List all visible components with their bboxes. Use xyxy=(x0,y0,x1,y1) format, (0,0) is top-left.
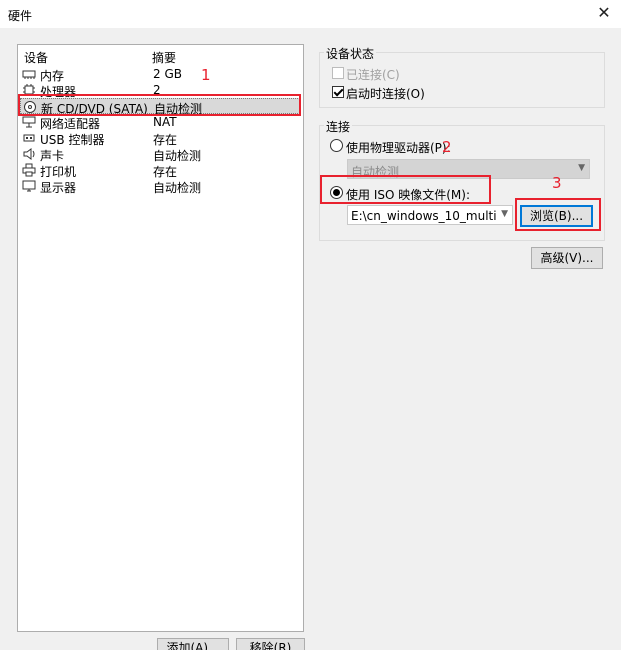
connect-at-power-on-checkbox[interactable] xyxy=(332,86,344,98)
physical-drive-select-value: 自动检测 xyxy=(351,165,400,179)
iso-path-combo[interactable]: E:\cn_windows_10_multiple_ed ▼ xyxy=(347,205,513,225)
annotation-number-2: 2 xyxy=(442,138,452,156)
usb-icon xyxy=(23,134,35,142)
device-row-memory[interactable]: 内存 2 GB xyxy=(20,66,300,83)
device-row-display[interactable]: 显示器 自动检测 xyxy=(20,178,300,195)
title-bar: 硬件 ✕ xyxy=(0,0,621,28)
device-status-title: 设备状态 xyxy=(324,45,377,62)
device-summary: 自动检测 xyxy=(153,181,202,195)
device-summary: NAT xyxy=(153,115,177,129)
device-row-network-adapter[interactable]: 网络适配器 NAT xyxy=(20,114,300,131)
iso-image-radio[interactable] xyxy=(330,186,343,199)
device-row-printer[interactable]: 打印机 存在 xyxy=(20,162,300,179)
browse-button[interactable]: 浏览(B)... xyxy=(520,205,593,227)
chevron-down-icon: ▼ xyxy=(501,209,508,219)
add-button[interactable]: 添加(A)... xyxy=(157,638,229,650)
device-row-processor[interactable]: 处理器 2 xyxy=(20,82,300,99)
annotation-number-1: 1 xyxy=(201,66,211,84)
device-row-usb-controller[interactable]: USB 控制器 存在 xyxy=(20,130,300,147)
connected-label: 已连接(C) xyxy=(346,68,400,82)
physical-drive-label: 使用物理驱动器(P): xyxy=(346,141,451,155)
device-summary: 2 xyxy=(153,83,161,97)
device-list[interactable]: 设备 摘要 内存 2 GB 处理器 2 新 CD/DVD (SATA) 自动检测… xyxy=(17,44,304,632)
connection-title: 连接 xyxy=(324,118,353,135)
physical-drive-radio[interactable] xyxy=(330,139,343,152)
connect-at-power-on-label: 启动时连接(O) xyxy=(346,87,425,101)
processor-icon xyxy=(23,84,35,96)
device-name: 显示器 xyxy=(40,181,77,195)
iso-path-value: E:\cn_windows_10_multiple_ed xyxy=(351,209,496,223)
annotation-number-3: 3 xyxy=(552,174,562,192)
close-icon[interactable]: ✕ xyxy=(595,4,613,22)
device-row-cd-dvd[interactable]: 新 CD/DVD (SATA) 自动检测 xyxy=(20,98,300,116)
sound-card-icon xyxy=(23,148,35,160)
device-row-sound-card[interactable]: 声卡 自动检测 xyxy=(20,146,300,163)
iso-image-label: 使用 ISO 映像文件(M): xyxy=(346,188,470,202)
window-title: 硬件 xyxy=(8,9,33,23)
chevron-down-icon: ▼ xyxy=(578,163,585,173)
column-header-device[interactable]: 设备 xyxy=(24,49,48,66)
cd-dvd-icon xyxy=(24,101,36,113)
remove-button[interactable]: 移除(R) xyxy=(236,638,305,650)
printer-icon xyxy=(22,163,36,177)
column-header-summary[interactable]: 摘要 xyxy=(152,49,176,66)
device-summary: 2 GB xyxy=(153,67,182,81)
network-adapter-icon xyxy=(22,116,36,128)
memory-icon xyxy=(22,70,36,79)
display-icon xyxy=(22,180,36,192)
connected-checkbox[interactable] xyxy=(332,67,344,79)
advanced-button[interactable]: 高级(V)... xyxy=(531,247,603,269)
